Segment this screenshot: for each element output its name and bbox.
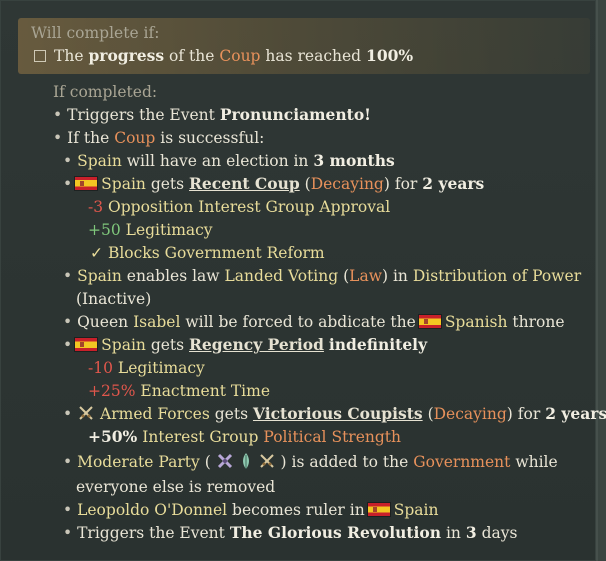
spain-flag-icon: [418, 315, 441, 328]
modifier-link[interactable]: Recent Coup: [189, 174, 300, 193]
crossed-swords-icon: [259, 454, 274, 468]
panel-edge: [598, 0, 606, 561]
effect-abdicate: • Queen Isabel will be forced to abdicat…: [63, 313, 565, 331]
check-icon: ✓: [90, 244, 103, 262]
modifier-political-strength: +50% Interest Group Political Strength: [88, 427, 401, 446]
windmill-icon: [217, 453, 232, 469]
effect-new-ruler: • Leopoldo O'Donnel becomes ruler in Spai…: [63, 501, 439, 519]
modifier-enactment-time: +25% Enactment Time: [88, 382, 271, 400]
if-completed-header: If completed:: [53, 83, 158, 101]
wheat-icon: [242, 453, 249, 469]
effect-glorious-revolution: • Triggers the Event The Glorious Revolu…: [63, 523, 518, 542]
spain-flag-icon: [367, 503, 390, 516]
completion-header: Will complete if:: [31, 24, 160, 42]
modifier-legitimacy: +50 Legitimacy: [88, 221, 213, 239]
law-inactive-note: (Inactive): [76, 290, 152, 308]
modifier-link[interactable]: Victorious Coupists: [253, 404, 423, 423]
completion-condition: The progress of the Coup has reached 100…: [34, 46, 413, 66]
effect-moderate-party: • Moderate Party ( ) is added to the Gov…: [63, 453, 558, 471]
effect-regency: • Spain gets Regency Period indefinitely: [63, 335, 428, 354]
modifier-legitimacy-loss: -10 Legitimacy: [88, 359, 205, 377]
effect-election: • Spain will have an election in 3 month…: [63, 151, 395, 170]
effect-victorious-coupists: • Armed Forces gets Victorious Coupists …: [63, 404, 606, 423]
moderate-party-note: everyone else is removed: [76, 478, 276, 496]
effect-landed-voting: • Spain enables law Landed Voting (Law) …: [63, 267, 582, 285]
effect-trigger-event: • Triggers the Event Pronunciamento!: [53, 105, 371, 124]
crossed-swords-icon: [79, 406, 93, 420]
effect-recent-coup: • Spain gets Recent Coup (Decaying) for 2…: [63, 174, 485, 193]
modifier-blocks-reform: ✓ Blocks Government Reform: [90, 244, 325, 262]
spain-flag-icon: [75, 338, 98, 351]
checkbox-icon: [34, 50, 46, 62]
modifier-link[interactable]: Regency Period: [189, 335, 324, 354]
modifier-opposition: -3 Opposition Interest Group Approval: [88, 198, 391, 216]
spain-flag-icon: [75, 177, 98, 190]
effect-if-successful: • If the Coup is successful:: [53, 129, 265, 147]
